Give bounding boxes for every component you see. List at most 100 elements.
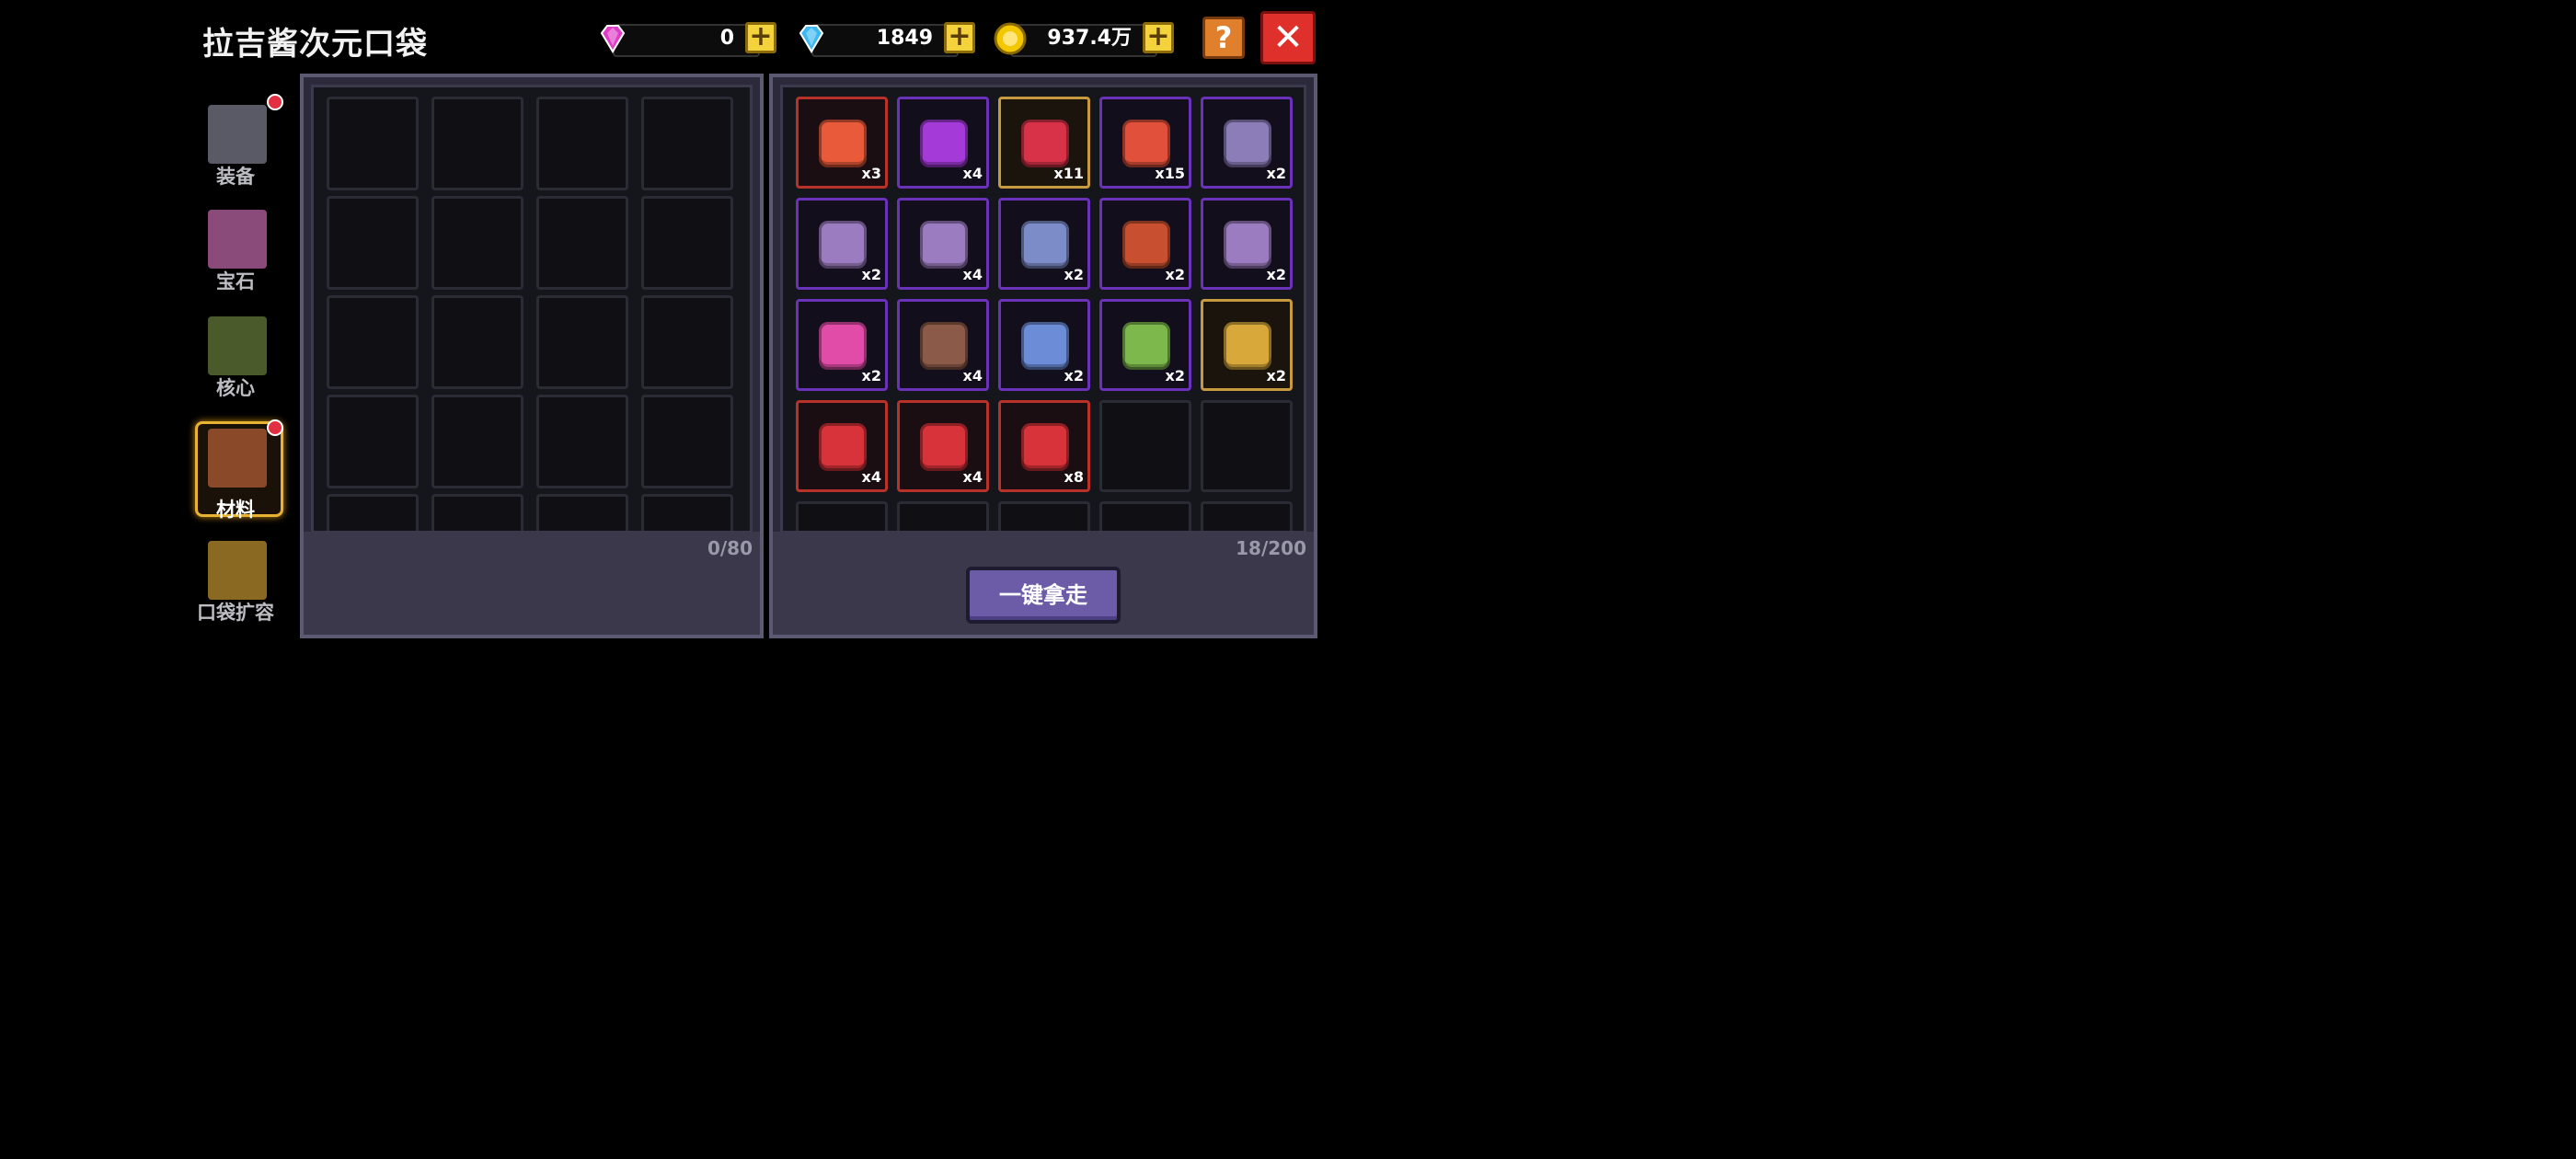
item-slot[interactable]: x11 <box>998 97 1090 189</box>
empty-slot[interactable] <box>1201 501 1293 531</box>
item-quantity: x2 <box>861 266 881 283</box>
core-icon <box>208 316 267 375</box>
empty-slot[interactable] <box>536 295 628 389</box>
empty-slot[interactable] <box>431 97 523 190</box>
empty-slot[interactable] <box>1099 501 1191 531</box>
empty-slot[interactable] <box>327 395 419 488</box>
item-slot[interactable]: x2 <box>998 299 1090 391</box>
item-slot[interactable]: x2 <box>796 198 888 290</box>
empty-slot[interactable] <box>431 196 523 290</box>
blade-icon <box>1224 221 1271 269</box>
item-slot[interactable]: x4 <box>897 400 989 492</box>
notification-dot <box>267 94 283 110</box>
add-currency-button[interactable]: + <box>944 22 975 53</box>
item-quantity: x2 <box>1266 165 1286 182</box>
currency-value: 937.4万 <box>1047 27 1132 50</box>
empty-slot[interactable] <box>1201 400 1293 492</box>
item-quantity: x2 <box>1064 266 1084 283</box>
notification-dot <box>267 419 283 436</box>
page-title: 拉吉酱次元口袋 <box>202 26 428 63</box>
item-slot[interactable]: x4 <box>796 400 888 492</box>
empty-slot[interactable] <box>431 295 523 389</box>
pocket-storage-panel: 0/80 <box>300 74 764 638</box>
empty-slot[interactable] <box>897 501 989 531</box>
item-quantity: x2 <box>1165 367 1185 384</box>
grey-ring-icon <box>1224 120 1271 167</box>
currency-gold-coin: 937.4万 + <box>992 20 1179 57</box>
item-slot[interactable]: x2 <box>1201 198 1293 290</box>
equipment-icon <box>208 105 267 164</box>
item-slot[interactable]: x8 <box>998 400 1090 492</box>
item-slot[interactable]: x2 <box>1099 299 1191 391</box>
empty-slot[interactable] <box>536 196 628 290</box>
sidebar-item-core[interactable]: 核心 <box>190 315 282 416</box>
empty-slot[interactable] <box>431 395 523 488</box>
empty-slot[interactable] <box>327 196 419 290</box>
gem-icon <box>208 210 267 269</box>
items-capacity-count: 18/200 <box>1236 537 1306 559</box>
add-currency-button[interactable]: + <box>1143 22 1174 53</box>
red-bowl-icon <box>1122 221 1170 269</box>
hook-icon <box>920 423 968 471</box>
sidebar-item-label: 材料 <box>216 499 255 521</box>
material-icon <box>208 429 267 488</box>
pocket-grid[interactable] <box>311 85 753 534</box>
item-quantity: x2 <box>861 367 881 384</box>
item-slot[interactable]: x2 <box>1099 198 1191 290</box>
purple-orb-icon <box>920 120 968 167</box>
item-quantity: x4 <box>962 367 983 384</box>
empty-slot[interactable] <box>327 97 419 190</box>
empty-slot[interactable] <box>998 501 1090 531</box>
empty-slot[interactable] <box>536 395 628 488</box>
red-crystal-icon <box>1021 120 1069 167</box>
pocket-footer <box>304 532 760 635</box>
item-slot[interactable]: x4 <box>897 198 989 290</box>
gold-coin-icon <box>994 22 1027 55</box>
sidebar-item-material[interactable]: 材料 <box>190 419 283 530</box>
empty-slot[interactable] <box>327 295 419 389</box>
item-grid[interactable]: x3 x4 x11 x15 x2 x2 x4 x2 x2 x2 x2 x4 x2 x2 x2 x4 x4 x8 <box>780 85 1306 534</box>
empty-slot[interactable] <box>641 97 733 190</box>
item-slot[interactable]: x3 <box>796 97 888 189</box>
item-slot[interactable]: x15 <box>1099 97 1191 189</box>
empty-slot[interactable] <box>641 196 733 290</box>
empty-slot[interactable] <box>536 97 628 190</box>
take-all-button[interactable]: 一键拿走 <box>966 567 1121 624</box>
close-button[interactable]: ✕ <box>1260 11 1316 64</box>
item-slot[interactable]: x2 <box>796 299 888 391</box>
blue-staff-icon <box>1021 322 1069 370</box>
fire-crystal-icon <box>819 120 867 167</box>
item-slot[interactable]: x4 <box>897 299 989 391</box>
empty-slot[interactable] <box>641 395 733 488</box>
item-slot[interactable]: x4 <box>897 97 989 189</box>
horn-icon <box>920 221 968 269</box>
empty-slot[interactable] <box>1099 400 1191 492</box>
sidebar-item-label: 装备 <box>216 166 255 188</box>
item-quantity: x4 <box>861 468 881 486</box>
empty-slot[interactable] <box>796 501 888 531</box>
empty-slot[interactable] <box>431 494 523 531</box>
item-quantity: x2 <box>1165 266 1185 283</box>
help-button[interactable]: ? <box>1202 17 1245 59</box>
sidebar-item-gem[interactable]: 宝石 <box>190 208 282 309</box>
sidebar-item-label: 口袋扩容 <box>197 602 274 624</box>
item-quantity: x4 <box>962 468 983 486</box>
sidebar-item-equipment[interactable]: 装备 <box>190 94 283 204</box>
empty-slot[interactable] <box>327 494 419 531</box>
empty-slot[interactable] <box>641 295 733 389</box>
add-currency-button[interactable]: + <box>745 22 776 53</box>
item-quantity: x11 <box>1053 165 1084 182</box>
dimension-pocket-panel: x3 x4 x11 x15 x2 x2 x4 x2 x2 x2 x2 x4 x2 x2 x2 x4 x4 x8 1… <box>769 74 1317 638</box>
item-slot[interactable]: x2 <box>1201 97 1293 189</box>
item-quantity: x2 <box>1266 266 1286 283</box>
currency-blue-gem: 1849 + <box>793 20 981 57</box>
sidebar-item-expand-pocket[interactable]: 口袋扩容 <box>190 539 282 640</box>
pink-gem-icon <box>600 25 626 53</box>
item-slot[interactable]: x2 <box>1201 299 1293 391</box>
pink-creature-icon <box>819 322 867 370</box>
item-slot[interactable]: x2 <box>998 198 1090 290</box>
empty-slot[interactable] <box>536 494 628 531</box>
empty-slot[interactable] <box>641 494 733 531</box>
expand-pocket-icon <box>208 541 267 600</box>
currency-value: 1849 <box>876 27 933 50</box>
